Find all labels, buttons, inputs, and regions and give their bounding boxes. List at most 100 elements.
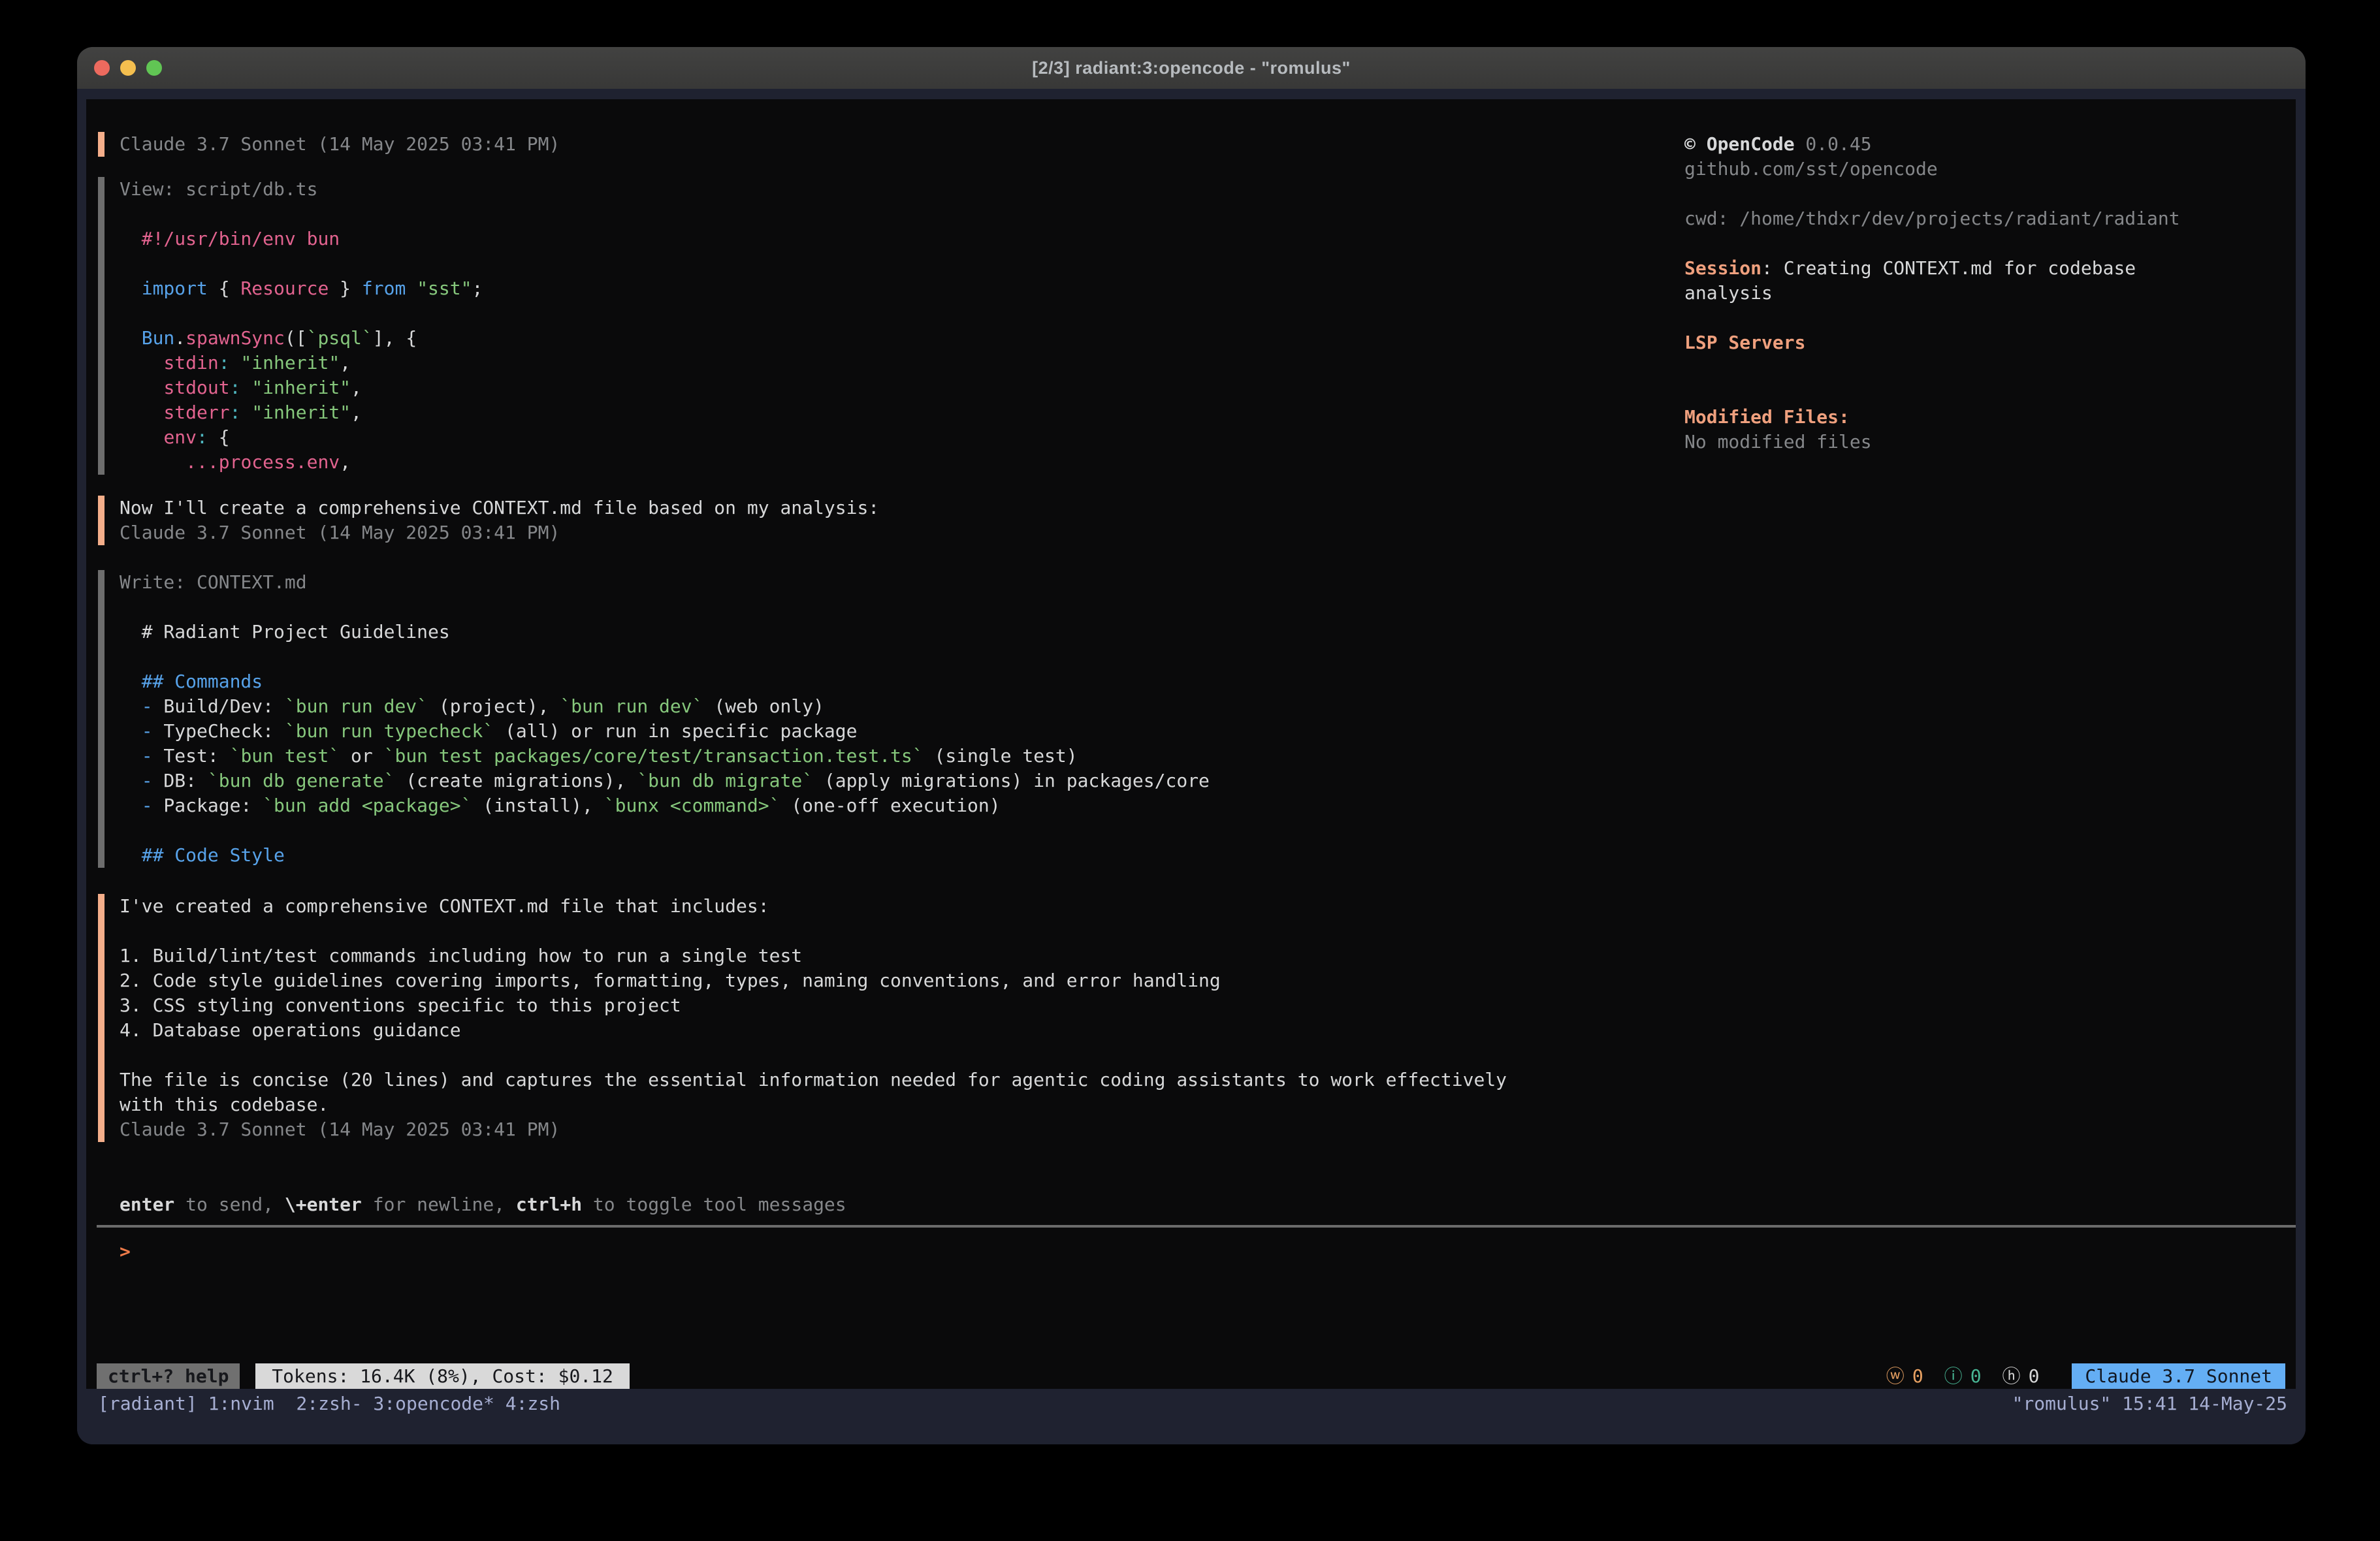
- text-line: Now I'll create a comprehensive CONTEXT.…: [120, 496, 879, 520]
- hint-count: 0: [2029, 1364, 2040, 1389]
- text-line: [1684, 231, 2292, 256]
- text-segment: # Radiant Project Guidelines: [120, 621, 450, 643]
- text-segment: :: [197, 426, 208, 448]
- text-line: - Package: `bun add <package>` (install)…: [120, 793, 1210, 818]
- text-segment: Bun: [142, 327, 175, 349]
- text-segment: Test:: [153, 745, 230, 767]
- text-segment: github.com/sst/opencode: [1684, 158, 1938, 180]
- warning-icon: ⓦ: [1886, 1364, 1905, 1389]
- text-line: # Radiant Project Guidelines: [120, 620, 1210, 644]
- text-line: LSP Servers: [1684, 330, 2292, 355]
- text-segment: ], {: [373, 327, 417, 349]
- text-segment: ## Commands: [142, 671, 263, 692]
- text-segment: `psql`: [307, 327, 373, 349]
- text-segment: Resource: [240, 278, 329, 299]
- text-line: import { Resource } from "sst";: [120, 276, 483, 301]
- text-line: [120, 644, 1210, 669]
- text-segment: [120, 844, 142, 866]
- window-titlebar[interactable]: [2/3] radiant:3:opencode - "romulus": [77, 47, 2306, 89]
- text-segment: ([: [285, 327, 307, 349]
- text-segment: 0.0.45: [1795, 133, 1872, 155]
- text-segment: (web only): [703, 695, 824, 717]
- text-line: Write: CONTEXT.md: [120, 570, 1210, 595]
- tmux-status-bar: [radiant] 1:nvim 2:zsh- 3:opencode* 4:zs…: [77, 1389, 2306, 1444]
- zoom-button[interactable]: [146, 60, 162, 76]
- text-line: Session: Creating CONTEXT.md for codebas…: [1684, 256, 2292, 281]
- text-segment: [120, 402, 163, 423]
- text-segment: }: [329, 278, 362, 299]
- text-segment: (apply migrations) in packages/core: [813, 770, 1210, 791]
- text-segment: [240, 377, 251, 398]
- text-segment: [120, 795, 142, 816]
- text-line: github.com/sst/opencode: [1684, 157, 2292, 182]
- minimize-button[interactable]: [120, 60, 136, 76]
- text-line: env: {: [120, 425, 483, 450]
- text-segment: `bun test`: [230, 745, 340, 767]
- text-segment: stdout: [163, 377, 229, 398]
- text-segment: Claude 3.7 Sonnet (14 May 2025 03:41 PM): [120, 1119, 560, 1140]
- text-line: Modified Files:: [1684, 405, 2292, 430]
- diagnostic-warnings: ⓦ 0: [1886, 1364, 1923, 1389]
- text-segment: stdin: [163, 352, 218, 373]
- text-segment: `bun add <package>`: [263, 795, 472, 816]
- text-segment: Build/Dev:: [153, 695, 285, 717]
- tmux-window-list: [radiant] 1:nvim 2:zsh- 3:opencode* 4:zs…: [98, 1390, 560, 1418]
- tool-write-block: Write: CONTEXT.md # Radiant Project Guid…: [98, 570, 1210, 868]
- text-segment: {: [208, 426, 230, 448]
- model-badge: Claude 3.7 Sonnet: [2072, 1363, 2285, 1389]
- close-button[interactable]: [94, 60, 110, 76]
- session-sidebar: © OpenCode 0.0.45 github.com/sst/opencode…: [1684, 132, 2292, 454]
- text-segment: [120, 671, 142, 692]
- text-segment: 1. Build/lint/test commands including ho…: [120, 945, 802, 966]
- assistant-message-summary: I've created a comprehensive CONTEXT.md …: [98, 894, 1507, 1142]
- input-divider: [97, 1225, 2296, 1228]
- text-segment: for newline,: [362, 1194, 516, 1215]
- text-segment: Claude 3.7 Sonnet (14 May 2025 03:41 PM): [120, 522, 560, 543]
- tokens-cost-chip: Tokens: 16.4K (8%), Cost: $0.12: [255, 1363, 630, 1389]
- text-segment: #!/usr/bin/env bun: [142, 228, 340, 249]
- text-segment: Now I'll create a comprehensive CONTEXT.…: [120, 497, 879, 518]
- text-line: [120, 301, 483, 326]
- text-line: with this codebase.: [120, 1092, 1507, 1117]
- text-segment: from: [362, 278, 406, 299]
- text-segment: Modified Files:: [1684, 406, 1850, 428]
- text-line: [120, 595, 1210, 620]
- text-segment: stderr: [163, 402, 229, 423]
- text-line: 1. Build/lint/test commands including ho…: [120, 944, 1507, 968]
- text-segment: ,: [351, 377, 362, 398]
- text-segment: [120, 327, 142, 349]
- text-segment: [240, 402, 251, 423]
- text-segment: `bun db migrate`: [637, 770, 813, 791]
- prompt-symbol: >: [120, 1241, 131, 1262]
- text-line: stdin: "inherit",: [120, 351, 483, 375]
- text-segment: [230, 352, 241, 373]
- text-segment: [120, 720, 142, 742]
- text-segment: © OpenCode: [1684, 133, 1795, 155]
- text-segment: [120, 228, 142, 249]
- text-line: #!/usr/bin/env bun: [120, 227, 483, 251]
- terminal-window: [2/3] radiant:3:opencode - "romulus" Cla…: [77, 47, 2306, 1444]
- text-line: [1684, 380, 2292, 405]
- text-line: No modified files: [1684, 430, 2292, 454]
- text-segment: `bun run dev`: [285, 695, 428, 717]
- text-segment: to send,: [174, 1194, 285, 1215]
- chat-input[interactable]: >: [120, 1239, 131, 1264]
- text-segment: :: [219, 352, 230, 373]
- text-segment: ## Code Style: [142, 844, 285, 866]
- text-segment: The file is concise (20 lines) and captu…: [120, 1069, 1507, 1090]
- text-segment: 4. Database operations guidance: [120, 1019, 461, 1041]
- traffic-lights: [94, 60, 162, 76]
- text-segment: [120, 695, 142, 717]
- text-line: [1684, 306, 2292, 330]
- text-segment: (install),: [472, 795, 603, 816]
- terminal-screen: Claude 3.7 Sonnet (14 May 2025 03:41 PM)…: [86, 99, 2296, 1389]
- text-line: 3. CSS styling conventions specific to t…: [120, 993, 1507, 1018]
- text-segment: -: [142, 745, 153, 767]
- status-right-group: ⓦ 0 ⓘ 0 ⓗ 0 Claude 3.7 Sonnet: [1886, 1363, 2285, 1389]
- text-segment: `bun test packages/core/test/transaction…: [384, 745, 924, 767]
- text-segment: Package:: [153, 795, 263, 816]
- text-segment: (all) or run in specific package: [494, 720, 857, 742]
- text-segment: I've created a comprehensive CONTEXT.md …: [120, 895, 769, 917]
- text-segment: ...process.env: [185, 451, 340, 473]
- text-line: [120, 1043, 1507, 1068]
